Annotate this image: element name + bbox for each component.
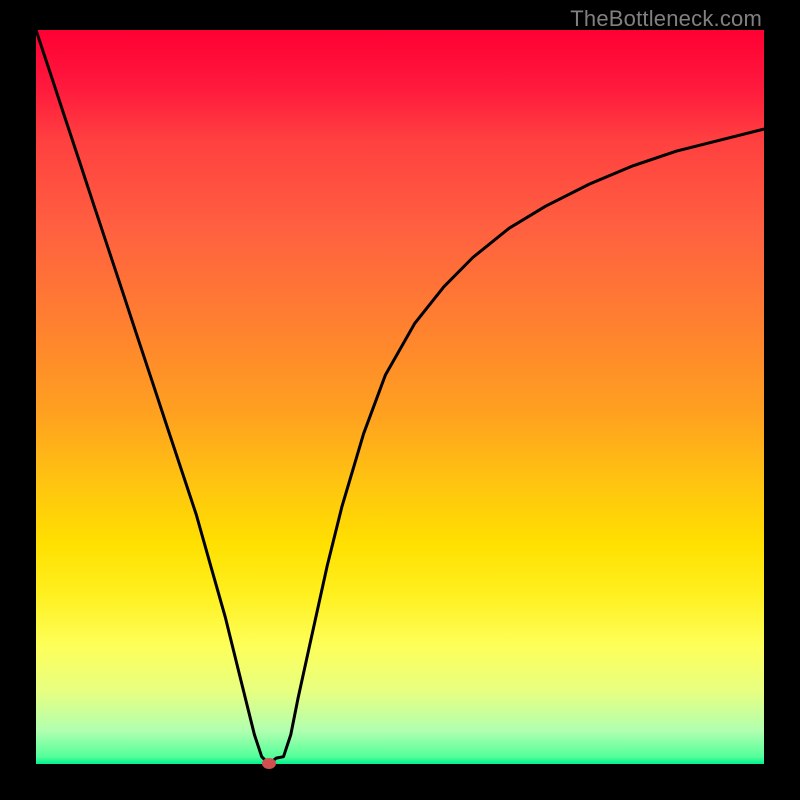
plot-area — [36, 30, 764, 764]
chart-frame: TheBottleneck.com — [0, 0, 800, 800]
watermark-text: TheBottleneck.com — [570, 6, 762, 32]
minimum-marker — [262, 758, 276, 769]
bottleneck-curve — [36, 30, 764, 764]
